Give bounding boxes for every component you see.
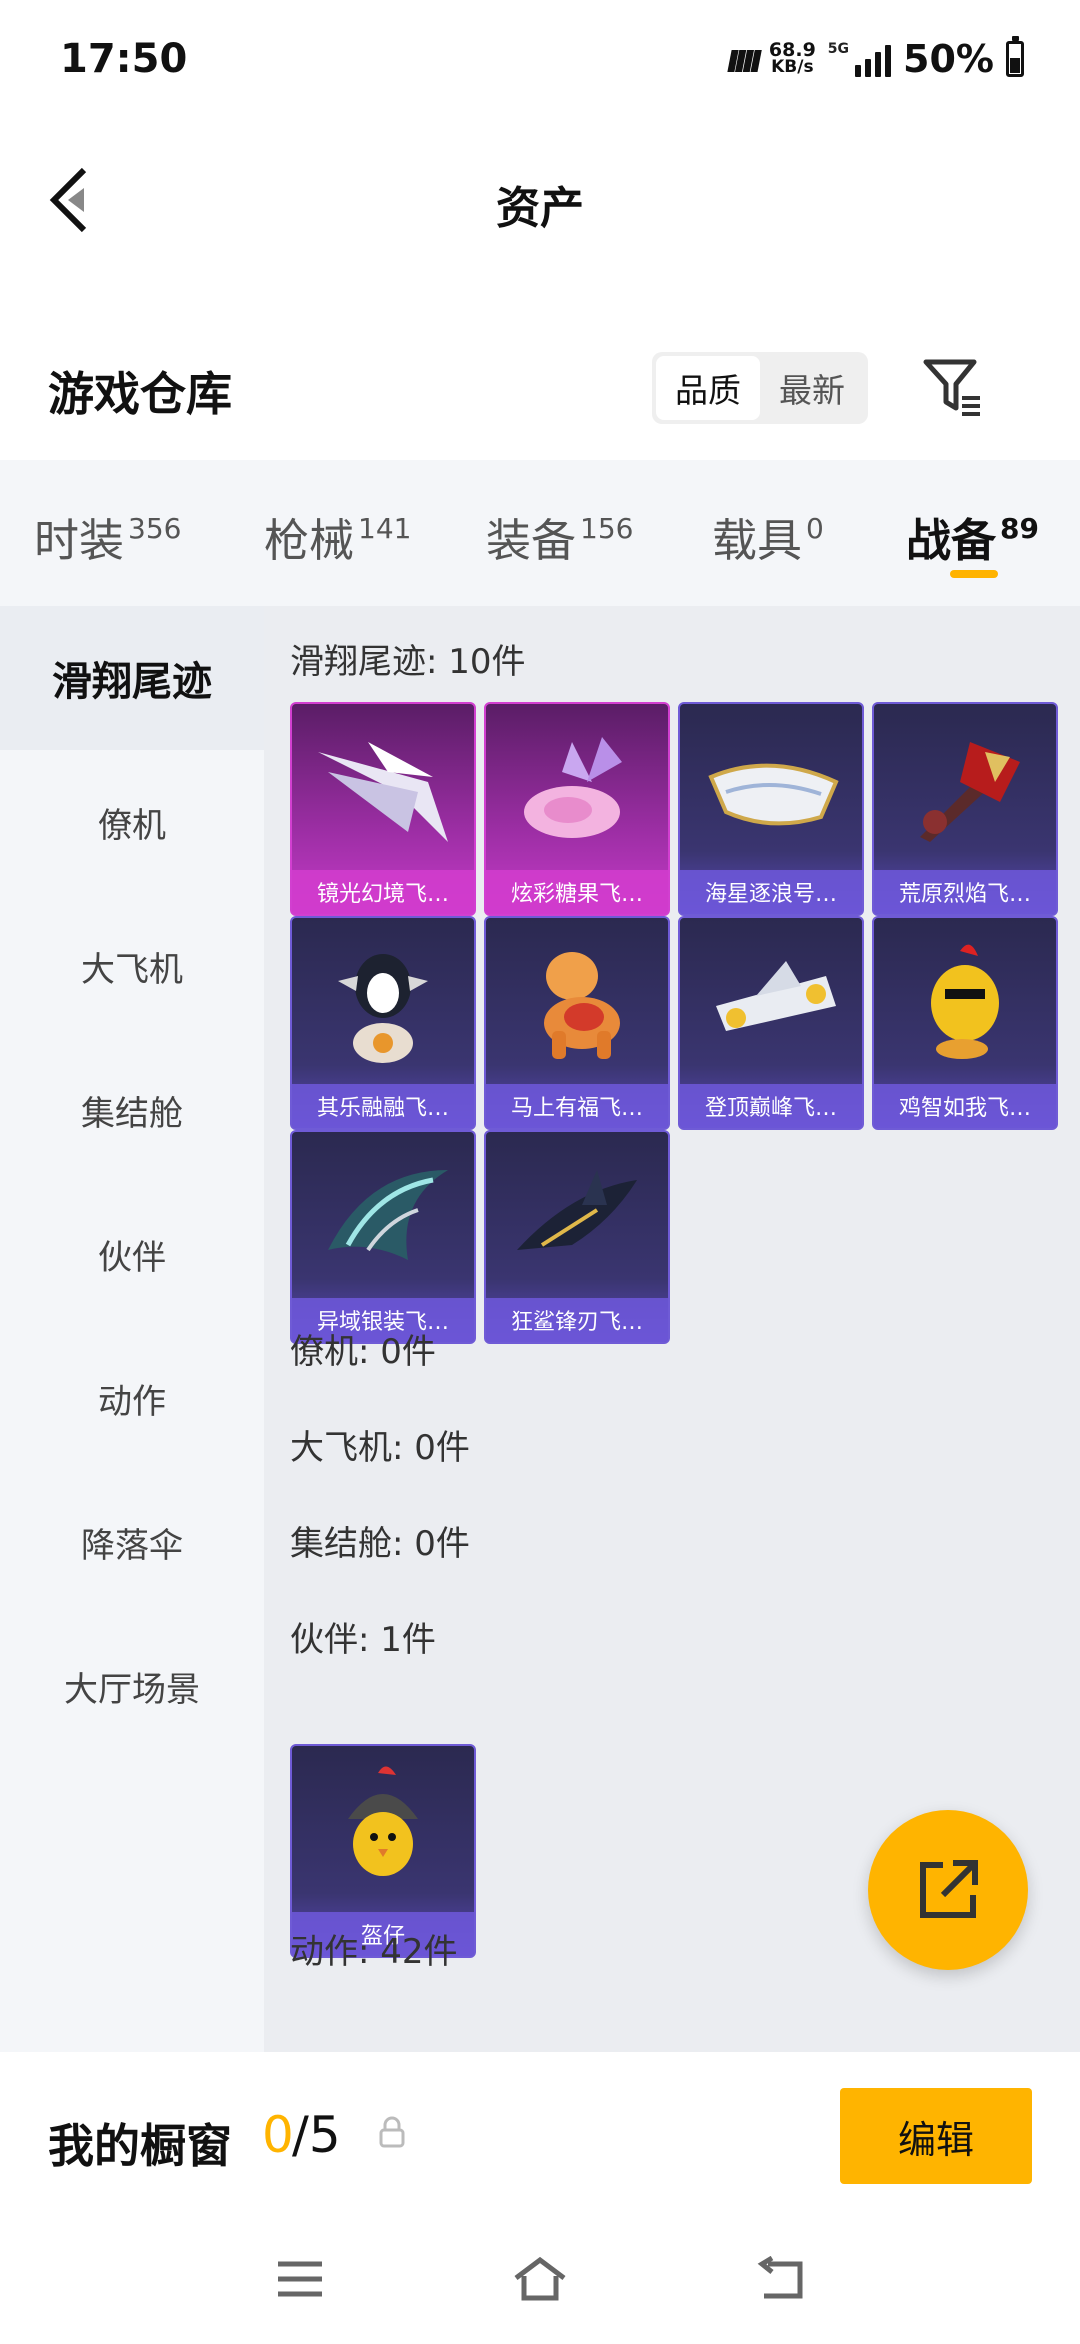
helmet-chick-art-icon	[292, 1746, 474, 1912]
boat-art-icon	[680, 704, 862, 870]
item-name: 其乐融融飞…	[292, 1084, 474, 1128]
tab-count: 141	[358, 512, 412, 545]
sidebar-item-wingman[interactable]: 僚机	[0, 750, 264, 894]
header: 资产	[0, 140, 1080, 260]
candy-art-icon	[486, 704, 668, 870]
status-time: 17:50	[60, 36, 188, 82]
sidebar-item-lobby-scene[interactable]: 大厅场景	[0, 1614, 264, 1758]
section-label-partner: 伙伴: 1件	[290, 1620, 436, 1660]
tab-count: 0	[806, 512, 824, 545]
chicken-art-icon	[874, 918, 1056, 1084]
showcase-used-count: 0	[262, 2106, 294, 2164]
tab-label: 装备	[486, 514, 577, 567]
network-type: 5G	[827, 41, 850, 57]
section-label-glide-trail: 滑翔尾迹: 10件	[290, 642, 526, 682]
tab-label: 载具	[712, 514, 803, 567]
sidebar: 滑翔尾迹 僚机 大飞机 集结舱 伙伴 动作 降落伞 大厅场景	[0, 606, 264, 2052]
flame-art-icon	[874, 704, 1056, 870]
status-indicators: ıııı 68.9 KB/s 5G 50%	[726, 36, 1024, 82]
active-tab-indicator	[950, 570, 998, 578]
item-card[interactable]: 炫彩糖果飞…	[484, 702, 670, 916]
sort-option-newest[interactable]: 最新	[760, 356, 864, 420]
network-speed: 68.9 KB/s	[769, 41, 816, 77]
item-name: 鸡智如我飞…	[874, 1084, 1056, 1128]
sidebar-item-partner[interactable]: 伙伴	[0, 1182, 264, 1326]
sidebar-item-rally-pod[interactable]: 集结舱	[0, 1038, 264, 1182]
tab-guns[interactable]: 枪械 141	[264, 504, 411, 569]
penguin-art-icon	[292, 918, 474, 1084]
back-nav-icon[interactable]	[754, 2256, 806, 2302]
battery-percent: 50%	[903, 37, 994, 81]
section-label-wingman: 僚机: 0件	[290, 1332, 436, 1372]
tab-label: 时装	[34, 514, 125, 567]
sort-option-quality[interactable]: 品质	[656, 356, 760, 420]
sidebar-item-parachute[interactable]: 降落伞	[0, 1470, 264, 1614]
item-card[interactable]: 其乐融融飞…	[290, 916, 476, 1130]
item-card[interactable]: 鸡智如我飞…	[872, 916, 1058, 1130]
tab-fashion[interactable]: 时装 356	[34, 504, 181, 569]
filter-button[interactable]	[918, 352, 988, 422]
sidebar-item-action[interactable]: 动作	[0, 1326, 264, 1470]
tab-label: 战备	[906, 514, 997, 567]
item-card[interactable]: 异域银装飞…	[290, 1130, 476, 1344]
signal-icon: 5G	[827, 41, 892, 77]
sort-toggle: 品质 最新	[652, 352, 868, 424]
item-name: 狂鲨锋刃飞…	[486, 1298, 668, 1342]
blade-art-icon	[292, 1132, 474, 1298]
edit-button[interactable]: 编辑	[840, 2088, 1032, 2184]
system-nav-bar	[0, 2212, 1080, 2344]
wing-art-icon	[292, 704, 474, 870]
horse-art-icon	[486, 918, 668, 1084]
share-fab-button[interactable]	[868, 1810, 1028, 1970]
external-link-icon	[920, 1860, 978, 1918]
lock-icon	[379, 2116, 405, 2148]
network-speed-unit: KB/s	[771, 57, 814, 77]
item-name: 海星逐浪号…	[680, 870, 862, 914]
item-name: 镜光幻境飞…	[292, 870, 474, 914]
warehouse-title: 游戏仓库	[48, 367, 232, 421]
filter-icon	[923, 359, 980, 416]
sidebar-item-glide-trail[interactable]: 滑翔尾迹	[0, 606, 264, 750]
menu-icon[interactable]	[274, 2256, 326, 2302]
network-activity-icon: ıııı	[726, 36, 763, 82]
section-label-action: 动作: 42件	[290, 1932, 458, 1972]
jet-art-icon	[680, 918, 862, 1084]
tab-count: 356	[128, 512, 182, 545]
item-card[interactable]: 海星逐浪号…	[678, 702, 864, 916]
page-title: 资产	[496, 183, 584, 234]
showcase-bar: 我的橱窗 0 /5 编辑	[0, 2052, 1080, 2212]
tab-count: 89	[1000, 512, 1039, 545]
category-tabs: 时装 356 枪械 141 装备 156 载具 0 战备 89	[0, 460, 1080, 606]
battery-icon	[1006, 36, 1024, 77]
tab-label: 枪械	[264, 514, 355, 567]
shark-art-icon	[486, 1132, 668, 1298]
showcase-label: 我的橱窗	[48, 2119, 232, 2173]
tab-equipment[interactable]: 装备 156	[486, 504, 633, 569]
item-card[interactable]: 马上有福飞…	[484, 916, 670, 1130]
home-icon[interactable]	[512, 2256, 568, 2302]
item-card[interactable]: 狂鲨锋刃飞…	[484, 1130, 670, 1344]
tab-count: 156	[580, 512, 634, 545]
item-name: 荒原烈焰飞…	[874, 870, 1056, 914]
item-card[interactable]: 登顶巅峰飞…	[678, 916, 864, 1130]
section-label-big-plane: 大飞机: 0件	[290, 1428, 470, 1468]
sidebar-item-big-plane[interactable]: 大飞机	[0, 894, 264, 1038]
tab-vehicles[interactable]: 载具 0	[712, 504, 824, 569]
item-name: 马上有福飞…	[486, 1084, 668, 1128]
showcase-total-count: /5	[292, 2106, 341, 2164]
tab-battle-prep[interactable]: 战备 89	[906, 504, 1039, 569]
item-name: 炫彩糖果飞…	[486, 870, 668, 914]
status-bar: 17:50 ıııı 68.9 KB/s 5G 50%	[0, 0, 1080, 120]
item-name: 登顶巅峰飞…	[680, 1084, 862, 1128]
item-card[interactable]: 荒原烈焰飞…	[872, 702, 1058, 916]
section-label-rally-pod: 集结舱: 0件	[290, 1524, 470, 1564]
item-card[interactable]: 镜光幻境飞…	[290, 702, 476, 916]
